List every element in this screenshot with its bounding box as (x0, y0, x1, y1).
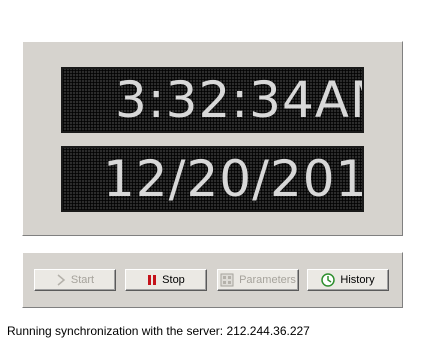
settings-panel-icon (220, 273, 234, 287)
parameters-button[interactable]: Parameters (217, 269, 299, 291)
pause-bars-icon (147, 274, 157, 286)
stop-button[interactable]: Stop (125, 269, 207, 291)
stop-button-label: Stop (162, 274, 185, 286)
start-button[interactable]: Start (34, 269, 116, 291)
date-value: 12/20/2013 (103, 150, 362, 208)
start-button-label: Start (70, 274, 95, 286)
app-window: 3:32:34AM 12/20/2013 Start Stop (0, 22, 426, 344)
play-arrow-icon (56, 274, 66, 286)
status-bar: Running synchronization with the server:… (0, 321, 426, 341)
date-led-display: 12/20/2013 (61, 146, 364, 212)
button-panel: Start Stop Parameters History (22, 252, 403, 308)
time-value: 3:32:34AM (115, 71, 362, 129)
status-text: Running synchronization with the server:… (7, 324, 310, 338)
clock-display-panel: 3:32:34AM 12/20/2013 (22, 41, 403, 236)
time-led-display: 3:32:34AM (61, 67, 364, 133)
history-button-label: History (340, 274, 375, 286)
parameters-button-label: Parameters (239, 274, 296, 286)
history-clock-icon (321, 273, 336, 287)
history-button[interactable]: History (307, 269, 389, 291)
